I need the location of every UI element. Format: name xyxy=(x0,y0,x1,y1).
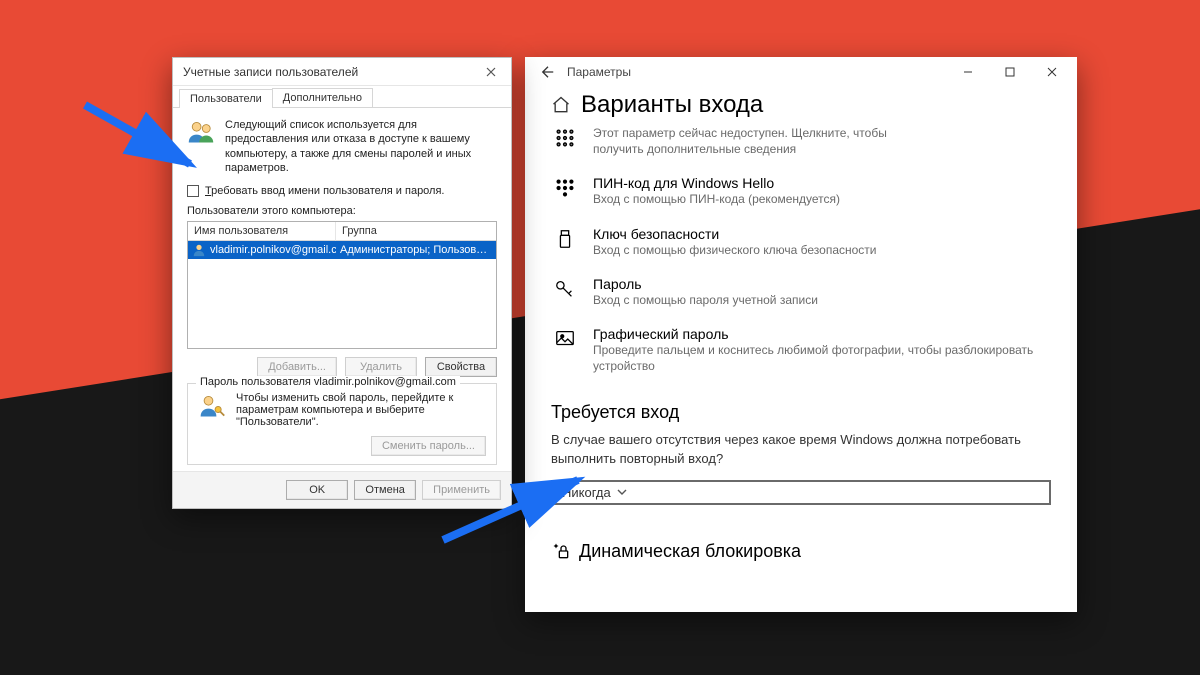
signin-option-unavailable[interactable]: Этот параметр сейчас недоступен. Щелкнит… xyxy=(551,125,1051,157)
users-list[interactable]: Имя пользователя Группа vladimir.polniko… xyxy=(187,221,497,349)
settings-window: Параметры Варианты входа Этот параметр с… xyxy=(525,57,1077,612)
require-signin-heading: Требуется вход xyxy=(551,402,1051,423)
dialog-footer: OK Отмена Применить xyxy=(173,471,511,508)
properties-button[interactable]: Свойства xyxy=(425,357,497,377)
back-button[interactable] xyxy=(535,59,561,85)
password-text: Чтобы изменить свой пароль, перейдите к … xyxy=(236,392,486,428)
cancel-button[interactable]: Отмена xyxy=(354,480,416,500)
dialog-titlebar: Учетные записи пользователей xyxy=(173,58,511,86)
password-group: Пароль пользователя vladimir.polnikov@gm… xyxy=(187,383,497,465)
keypad-icon xyxy=(551,175,579,199)
dialog-tabs: Пользователи Дополнительно xyxy=(173,86,511,108)
minimize-button[interactable] xyxy=(947,58,989,86)
signin-option-password[interactable]: Пароль Вход с помощью пароля учетной зап… xyxy=(551,276,1051,308)
dynamic-lock-heading: Динамическая блокировка xyxy=(551,541,1051,562)
add-user-button[interactable]: Добавить... xyxy=(257,357,337,377)
chevron-down-icon xyxy=(617,487,627,497)
signin-option-security-key[interactable]: Ключ безопасности Вход с помощью физичес… xyxy=(551,226,1051,258)
page-title: Варианты входа xyxy=(581,91,763,119)
sparkle-lock-icon xyxy=(551,541,571,561)
page-header: Варианты входа xyxy=(551,91,1051,119)
tab-advanced[interactable]: Дополнительно xyxy=(272,88,373,107)
change-password-button[interactable]: Сменить пароль... xyxy=(371,436,486,456)
user-icon xyxy=(192,243,206,257)
users-list-header: Имя пользователя Группа xyxy=(188,222,496,241)
require-password-checkbox[interactable]: Требовать ввод имени пользователя и паро… xyxy=(187,185,497,197)
signin-option-picture-password[interactable]: Графический пароль Проведите пальцем и к… xyxy=(551,326,1051,374)
require-signin-desc: В случае вашего отсутствия через какое в… xyxy=(551,431,1051,467)
tab-users[interactable]: Пользователи xyxy=(179,89,273,108)
users-icon xyxy=(187,118,215,175)
grid-icon xyxy=(551,125,579,149)
require-signin-select[interactable]: Никогда xyxy=(551,480,1051,505)
dialog-intro: Следующий список используется для предос… xyxy=(225,118,497,175)
user-accounts-dialog: Учетные записи пользователей Пользовател… xyxy=(172,57,512,509)
home-icon xyxy=(551,95,571,115)
checkbox-icon xyxy=(187,185,199,197)
users-list-label: Пользователи этого компьютера: xyxy=(187,205,497,217)
apply-button[interactable]: Применить xyxy=(422,480,501,500)
picture-icon xyxy=(551,326,579,350)
remove-user-button[interactable]: Удалить xyxy=(345,357,417,377)
usb-key-icon xyxy=(551,226,579,250)
ok-button[interactable]: OK xyxy=(286,480,348,500)
user-key-icon xyxy=(198,392,226,423)
maximize-button[interactable] xyxy=(989,58,1031,86)
settings-app-title: Параметры xyxy=(567,65,631,79)
close-button[interactable] xyxy=(477,61,505,83)
key-icon xyxy=(551,276,579,300)
settings-titlebar: Параметры xyxy=(525,57,1077,87)
signin-option-pin[interactable]: ПИН-код для Windows Hello Вход с помощью… xyxy=(551,175,1051,207)
users-list-row[interactable]: vladimir.polnikov@gmail.com Администрато… xyxy=(188,241,496,259)
close-button[interactable] xyxy=(1031,58,1073,86)
